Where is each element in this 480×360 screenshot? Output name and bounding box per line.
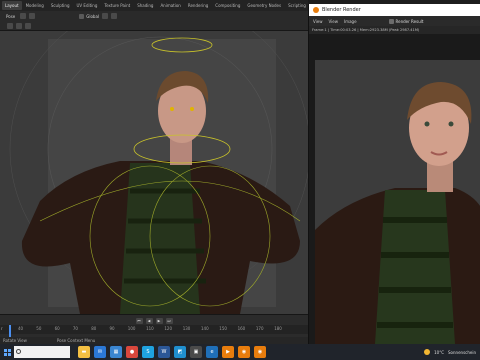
word-icon[interactable]: W xyxy=(158,346,170,358)
blender-render-icon[interactable]: ◉ xyxy=(254,346,266,358)
frame-tick: 40 xyxy=(18,326,24,331)
tab-animation[interactable]: Animation xyxy=(157,1,183,10)
tab-compositing[interactable]: Compositing xyxy=(212,1,243,10)
viewport-scene xyxy=(9,31,308,314)
viewport-header-top: Pose Global xyxy=(0,11,308,21)
skype-icon[interactable]: S xyxy=(142,346,154,358)
eye-bone-right xyxy=(190,107,194,111)
render-eye-left xyxy=(424,121,430,127)
cursor-icon[interactable] xyxy=(16,23,22,29)
3d-viewport[interactable] xyxy=(0,31,308,314)
menu-view-2[interactable]: View xyxy=(329,19,339,24)
frame-tick: 170 xyxy=(255,326,264,331)
render-window-title: Blender Render xyxy=(322,7,361,13)
render-shirt xyxy=(375,190,455,344)
tab-modeling[interactable]: Modeling xyxy=(23,1,47,10)
image-icon xyxy=(388,18,394,24)
workspace-tabs: Layout Modeling Sculpting UV Editing Texture… xyxy=(0,0,308,11)
render-slot-select[interactable]: Render Result xyxy=(388,18,424,24)
chrome-icon[interactable]: ● xyxy=(126,346,138,358)
frame-tick: 140 xyxy=(201,326,209,331)
menu-image[interactable]: Image xyxy=(344,19,357,24)
mail-icon[interactable]: ✉ xyxy=(94,346,106,358)
tab-sculpting[interactable]: Sculpting xyxy=(48,1,73,10)
frame-tick: 180 xyxy=(274,326,282,331)
select-box-icon[interactable] xyxy=(7,23,13,29)
jump-end-button[interactable]: ⏭ xyxy=(165,317,173,324)
mode-select[interactable]: Pose xyxy=(4,14,17,19)
system-tray: 10°C Sonnenschein xyxy=(424,349,480,355)
taskbar-search[interactable] xyxy=(14,346,70,358)
status-bar: Rotate View Pose Context Menu xyxy=(0,337,308,344)
store-icon[interactable]: ▦ xyxy=(110,346,122,358)
weather-icon[interactable] xyxy=(424,349,431,355)
frame-tick: 60 xyxy=(54,326,60,331)
tab-shading[interactable]: Shading xyxy=(134,1,156,10)
tab-uv-editing[interactable]: UV Editing xyxy=(74,1,101,10)
frame-tick: 90 xyxy=(109,326,115,331)
tab-geometry-nodes[interactable]: Geometry Nodes xyxy=(244,1,284,10)
frame-tick: 100 xyxy=(127,326,136,331)
view-menu-icon[interactable] xyxy=(20,13,27,19)
playback-controls: ⏮ ◀ ▶ ⏭ xyxy=(0,316,308,325)
tab-rendering[interactable]: Rendering xyxy=(185,1,211,10)
render-window-titlebar: Blender Render xyxy=(309,4,480,16)
weather-temp: 10°C xyxy=(434,349,445,355)
edge-icon[interactable]: e xyxy=(206,346,218,358)
orientation-icon xyxy=(79,13,85,19)
frame-tick: 130 xyxy=(182,326,191,331)
render-slot-label: Render Result xyxy=(395,18,424,24)
photos-icon[interactable]: ◩ xyxy=(174,346,186,358)
tab-texture-paint[interactable]: Texture Paint xyxy=(101,1,133,10)
play-button[interactable]: ▶ xyxy=(155,317,163,324)
blender-icon[interactable]: ◉ xyxy=(238,346,250,358)
tiles-icon[interactable]: ▣ xyxy=(190,346,202,358)
orientation-label: Global xyxy=(86,13,100,19)
proportional-icon[interactable] xyxy=(111,13,118,19)
frame-tick: 160 xyxy=(237,326,246,331)
taskbar-apps: ▬ ✉ ▦ ● S W ◩ ▣ e ▶ ◉ ◉ xyxy=(76,346,268,358)
move-icon[interactable] xyxy=(25,23,31,29)
head-control-bone xyxy=(151,37,213,53)
menu-view-1[interactable]: View xyxy=(313,19,323,24)
render-window-menubar: View View Image Render Result xyxy=(309,16,480,26)
frame-tick: 150 xyxy=(219,326,227,331)
frame-tick: 120 xyxy=(164,326,173,331)
status-context-menu: Pose Context Menu xyxy=(56,338,96,343)
transform-orientation-select[interactable]: Global xyxy=(79,13,100,19)
frame-ruler[interactable]: 40 50 60 70 80 90 100 110 120 130 140 150 160 170 180 xyxy=(0,325,308,334)
file-explorer-icon[interactable]: ▬ xyxy=(78,346,90,358)
render-result-image xyxy=(315,60,480,344)
frame-tick: 80 xyxy=(91,326,97,331)
render-figure xyxy=(315,82,480,344)
weather-text: Sonnenschein xyxy=(448,349,476,355)
media-icon[interactable]: ▶ xyxy=(222,346,234,358)
tab-layout[interactable]: Layout xyxy=(2,1,22,10)
jump-start-button[interactable]: ⏮ xyxy=(135,317,143,324)
frame-tick: 110 xyxy=(146,326,154,331)
play-reverse-button[interactable]: ◀ xyxy=(145,317,153,324)
render-canvas[interactable] xyxy=(309,34,480,344)
snap-icon[interactable] xyxy=(102,13,109,19)
eye-bone-left xyxy=(170,107,174,111)
viewport-header: Pose Global xyxy=(0,11,308,31)
select-menu-icon[interactable] xyxy=(29,13,36,19)
render-window: Blender Render View View Image Render Re… xyxy=(308,4,480,344)
viewport-header-tools xyxy=(0,21,308,31)
render-eye-right xyxy=(448,121,454,127)
current-frame-label: r xyxy=(1,326,3,331)
taskbar: ▬ ✉ ▦ ● S W ◩ ▣ e ▶ ◉ ◉ 10°C Sonnenschein xyxy=(0,344,480,360)
status-rotate-view: Rotate View xyxy=(3,338,27,343)
shirt-shape xyxy=(120,163,200,314)
frame-tick: 70 xyxy=(72,326,78,331)
windows-icon xyxy=(3,348,11,356)
blender-logo-icon xyxy=(313,7,319,13)
tab-scripting[interactable]: Scripting xyxy=(285,1,309,10)
render-stats: Frame:1 | Time:00:03.26 | Mem:2923.38M (… xyxy=(309,26,480,34)
start-button[interactable] xyxy=(0,344,14,360)
frame-tick: 50 xyxy=(36,326,42,331)
